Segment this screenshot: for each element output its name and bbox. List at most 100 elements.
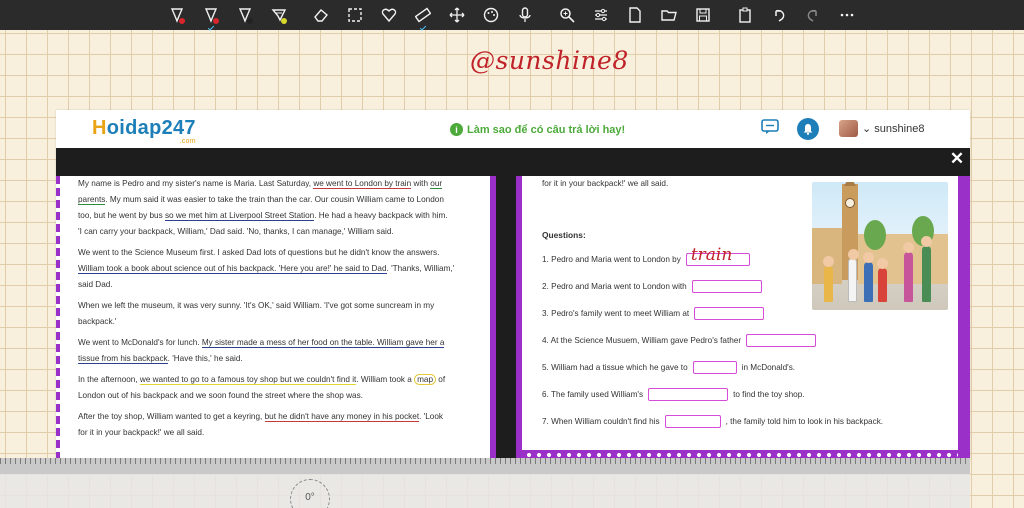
ruler-icon [415, 7, 431, 23]
underlined-phrase: My sister made a mess of her food on the… [201, 338, 445, 348]
page-icon [629, 7, 641, 23]
story-line: We went to the Science Museum first. I a… [78, 248, 440, 257]
question-item: 3. Pedro's family went to meet William a… [542, 307, 769, 320]
story-fragment: . 'Look [419, 412, 443, 421]
story-fragment: of [436, 375, 446, 384]
avatar[interactable] [839, 120, 858, 137]
more-button[interactable] [830, 0, 864, 30]
question-text: 6. The family used William's [542, 390, 644, 399]
move-icon [449, 7, 465, 23]
story-line: said Dad. [78, 280, 113, 289]
top-toolbar [0, 0, 1024, 31]
tree-shape [864, 220, 886, 250]
highlighter-yellow-button[interactable] [262, 0, 296, 30]
pen-red-button[interactable] [160, 0, 194, 30]
chevron-down-icon: ⌄ [862, 123, 872, 135]
folder-icon [661, 10, 677, 21]
person-figure [848, 249, 859, 302]
answer-blank[interactable] [648, 388, 729, 401]
pen-black-button[interactable] [228, 0, 262, 30]
story-line: tissue from his backpack. 'Have this,' h… [78, 354, 243, 364]
ruler-tool-body[interactable] [0, 474, 970, 508]
story-fragment: too, but he went by bus [78, 211, 165, 220]
question-item: 6. The family used William's to find the … [542, 388, 805, 401]
question-text: 2. Pedro and Maria went to London with [542, 282, 687, 291]
answer-hint-link[interactable]: i Làm sao để có câu trả lời hay! [450, 123, 625, 136]
pasted-screenshot[interactable]: Hoidap247 .com i Làm sao để có câu trả l… [56, 110, 970, 460]
undo-icon [775, 9, 785, 22]
notification-bell-icon[interactable] [797, 118, 819, 140]
user-menu[interactable]: ⌄ sunshine8 [862, 122, 924, 135]
zoom-icon [560, 8, 575, 23]
lasso-select-icon [348, 8, 362, 22]
redo-button[interactable] [796, 0, 830, 30]
shapes-button[interactable] [372, 0, 406, 30]
underlined-phrase: so we met him at Liverpool Street Statio… [164, 211, 315, 221]
color-dot [213, 18, 219, 24]
underlined-phrase: we wanted to go to a famous toy shop but… [139, 375, 357, 385]
story-paragraph: My name is Pedro and my sister's name is… [78, 176, 478, 240]
colors-button[interactable] [474, 0, 508, 30]
chat-icon[interactable] [761, 119, 779, 140]
question-text: 3. Pedro's family went to meet William a… [542, 309, 690, 318]
story-paragraph: After the toy shop, William wanted to ge… [78, 409, 478, 441]
ruler-tool-scale[interactable] [0, 458, 970, 474]
eraser-icon [314, 9, 328, 22]
question-item: 4. At the Science Musuem, William gave P… [542, 334, 821, 347]
site-logo[interactable]: Hoidap247 .com [92, 117, 196, 145]
more-icon [840, 13, 854, 17]
answer-blank[interactable] [692, 361, 737, 374]
selected-check-icon [207, 24, 215, 31]
settings-button[interactable] [584, 0, 618, 30]
story-text: My name is Pedro and my sister's name is… [78, 176, 478, 446]
logo-letter: H [92, 117, 107, 139]
story-fragment: . My mum said it was easier to take the … [105, 195, 444, 204]
story-line: 'I can carry your backpack, William,' Da… [78, 227, 394, 236]
save-button[interactable] [686, 0, 720, 30]
question-item: 7. When William couldn't find his , the f… [542, 415, 883, 428]
story-line: for it in your backpack!' we all said. [78, 428, 205, 437]
undo-button[interactable] [762, 0, 796, 30]
underlined-phrase: our [430, 179, 443, 189]
logo-domain: .com [179, 138, 196, 145]
eraser-button[interactable] [304, 0, 338, 30]
voice-button[interactable] [508, 0, 542, 30]
microphone-icon [519, 7, 531, 22]
pen-red-2-button[interactable] [194, 0, 228, 31]
zoom-button[interactable] [550, 0, 584, 30]
ruler-tool-button[interactable] [406, 0, 440, 31]
handwritten-username: @sunshine8 [470, 46, 629, 75]
answer-blank[interactable] [694, 307, 765, 320]
story-line: In the afternoon, we wanted to go to a f… [78, 374, 445, 385]
answer-blank[interactable] [691, 280, 762, 293]
heart-shape-icon [381, 8, 397, 23]
underlined-phrase: tissue from his backpack [78, 354, 168, 364]
story-paragraph: We went to McDonald's for lunch. My sist… [78, 335, 478, 367]
question-item: 1. Pedro and Maria went to London by trai… [542, 245, 755, 266]
open-button[interactable] [652, 0, 686, 30]
question-text: 4. At the Science Musuem, William gave P… [542, 336, 742, 345]
story-fragment: In the afternoon, [78, 375, 140, 384]
new-page-button[interactable] [618, 0, 652, 30]
color-dot [179, 18, 185, 24]
story-line: We went to McDonald's for lunch. My sist… [78, 338, 445, 348]
story-paragraph: In the afternoon, we wanted to go to a f… [78, 372, 478, 404]
question-text-after: to find the toy shop. [733, 390, 805, 399]
pan-button[interactable] [440, 0, 474, 30]
redo-icon [807, 9, 817, 22]
underlined-phrase: parents [78, 195, 106, 205]
paste-button[interactable] [728, 0, 762, 30]
answer-blank[interactable]: train [685, 245, 750, 266]
logo-text: oidap247 [106, 117, 196, 139]
answer-blank[interactable] [746, 334, 817, 347]
answer-hint-text: Làm sao để có câu trả lời hay! [467, 123, 626, 136]
palette-icon [483, 7, 499, 23]
answer-blank[interactable] [664, 415, 721, 428]
story-fragment: After the toy shop, William wanted to ge… [78, 412, 265, 421]
question-item: 5. William had a tissue which he gave to… [542, 361, 795, 374]
london-family-illustration [812, 182, 948, 310]
lasso-button[interactable] [338, 0, 372, 30]
close-icon[interactable]: ✕ [948, 149, 966, 169]
story-fragment: We went to McDonald's for lunch. [78, 338, 202, 347]
story-line: backpack.' [78, 317, 117, 326]
